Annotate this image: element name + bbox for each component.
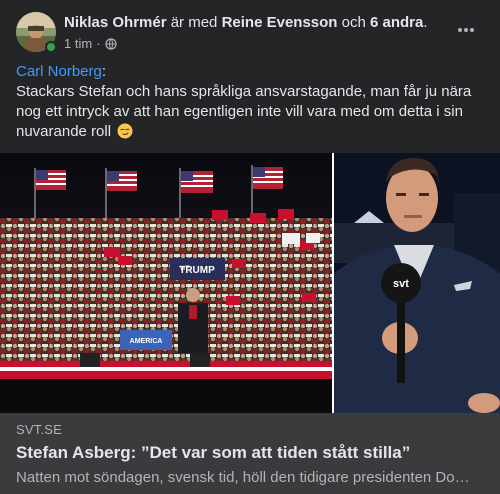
globe-icon[interactable] xyxy=(104,37,117,50)
mention-link[interactable]: Carl Norberg xyxy=(16,63,102,80)
link-domain: SVT.SE xyxy=(16,422,62,437)
author-line: Niklas Ohrmér är med Reine Evensson och … xyxy=(64,14,428,31)
with-text: är med xyxy=(170,14,218,31)
post-meta: 1 tim · xyxy=(64,36,117,51)
suffix: . xyxy=(423,14,428,31)
author-name[interactable]: Niklas Ohrmér xyxy=(64,14,167,31)
banner-sub: WE xyxy=(180,266,190,272)
rally-photo[interactable]: TRUMP WE AMERICA xyxy=(0,153,332,413)
link-description: Natten mot söndagen, svensk tid, höll de… xyxy=(16,469,470,486)
smirk-emoji xyxy=(117,123,133,139)
link-title[interactable]: Stefan Asberg: ”Det var som att tiden st… xyxy=(16,443,484,463)
facebook-post: Niklas Ohrmér är med Reine Evensson och … xyxy=(0,0,500,494)
and-text: och xyxy=(341,14,366,31)
tagged-person[interactable]: Reine Evensson xyxy=(222,14,338,31)
online-status-dot xyxy=(45,41,57,53)
others-link[interactable]: 6 andra xyxy=(370,14,423,31)
more-horizontal-icon xyxy=(458,28,474,32)
more-options-button[interactable] xyxy=(452,16,480,44)
post-text: Carl Norberg: Stackars Stefan och hans s… xyxy=(16,62,488,142)
mention-colon: : xyxy=(101,63,107,80)
reporter-photo[interactable]: svt xyxy=(334,153,500,413)
post-time[interactable]: 1 tim xyxy=(64,36,92,51)
rally-image: TRUMP WE AMERICA xyxy=(0,153,332,413)
reporter-image: svt xyxy=(334,153,500,413)
meta-separator: · xyxy=(96,36,101,51)
post-body: Stackars Stefan och hans språkliga ansva… xyxy=(16,83,472,140)
podium-text: AMERICA xyxy=(130,338,163,345)
stage-bottom xyxy=(0,379,332,413)
post-header: Niklas Ohrmér är med Reine Evensson och … xyxy=(16,12,488,56)
link-preview[interactable]: SVT.SE Stefan Asberg: ”Det var som att t… xyxy=(0,413,500,494)
post-media[interactable]: TRUMP WE AMERICA svt xyxy=(0,153,500,413)
mic-text: svt xyxy=(393,278,409,290)
